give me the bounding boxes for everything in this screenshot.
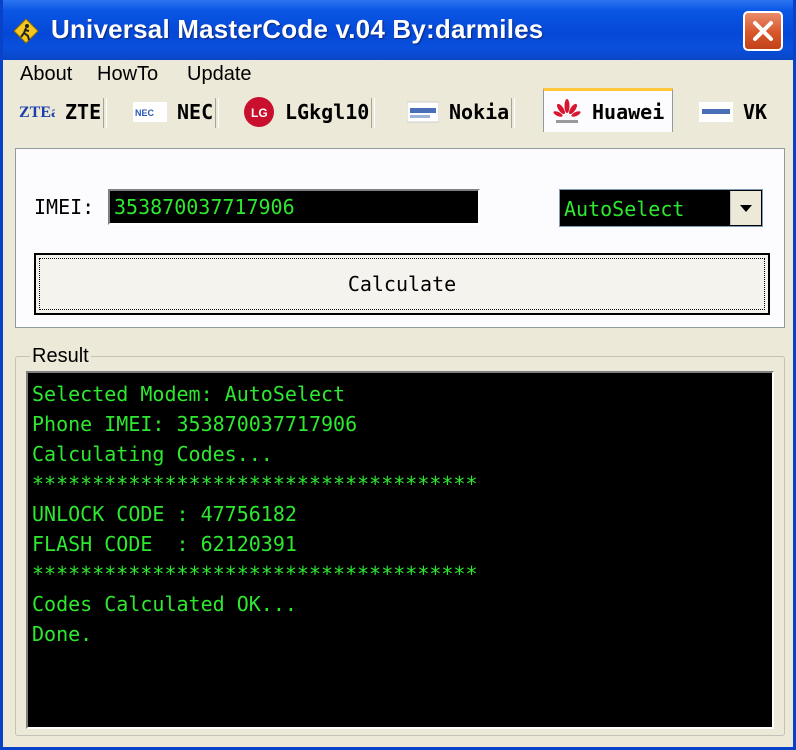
result-line: ************************************* (32, 562, 478, 586)
menu-bar: About HowTo Update (3, 60, 793, 90)
tab-panel-huawei: IMEI: AutoSelect Calculate (15, 148, 785, 328)
app-window: Universal MasterCode v.04 By:darmiles Ab… (0, 0, 796, 750)
calculate-button[interactable]: Calculate (34, 253, 770, 315)
result-label: Result (30, 345, 91, 368)
menu-about[interactable]: About (20, 63, 72, 86)
tab-label: VK (743, 100, 768, 124)
result-line: UNLOCK CODE : 47756182 (32, 502, 297, 526)
imei-label: IMEI: (34, 195, 95, 219)
window-title: Universal MasterCode v.04 By:darmiles (51, 14, 544, 44)
tab-divider (103, 98, 108, 128)
tab-vk[interactable]: VK (699, 92, 767, 132)
tab-divider (371, 98, 376, 128)
result-line: FLASH CODE : 62120391 (32, 532, 297, 556)
tab-divider (511, 98, 516, 128)
result-line: ************************************* (32, 472, 478, 496)
result-output[interactable]: Selected Modem: AutoSelect Phone IMEI: 3… (26, 371, 774, 729)
result-groupbox: Result Selected Modem: AutoSelect Phone … (15, 345, 785, 736)
tab-label: LGkgl10 (285, 100, 370, 124)
brand-tabs: ZTEa ZTE NEC NEC LG LGkgl10 Nokia (3, 88, 793, 132)
tab-label: Nokia (449, 100, 510, 124)
result-line: Phone IMEI: 353870037717906 (32, 412, 358, 436)
close-button[interactable] (743, 11, 783, 51)
tab-label: ZTE (65, 100, 102, 124)
svg-text:LG: LG (251, 106, 268, 120)
nokia-logo-icon (407, 100, 439, 124)
modem-select[interactable]: AutoSelect (559, 189, 763, 227)
chevron-down-icon (740, 205, 752, 212)
tab-nec[interactable]: NEC NEC (133, 92, 220, 132)
title-bar[interactable]: Universal MasterCode v.04 By:darmiles (3, 0, 793, 60)
result-line: Calculating Codes... (32, 442, 273, 466)
menu-howto[interactable]: HowTo (97, 63, 158, 86)
tab-nokia[interactable]: Nokia (407, 92, 516, 132)
modem-select-value: AutoSelect (564, 197, 685, 221)
huawei-logo-icon (552, 98, 582, 126)
vk-logo-icon (699, 100, 733, 124)
svg-text:ZTEa: ZTEa (19, 104, 55, 121)
tab-lg[interactable]: LG LGkgl10 (243, 92, 376, 132)
app-icon (13, 18, 39, 44)
tab-label: NEC (177, 100, 214, 124)
imei-input[interactable] (108, 189, 480, 225)
svg-text:NEC: NEC (135, 108, 155, 118)
nec-logo-icon: NEC (133, 100, 167, 124)
result-line: Done. (32, 622, 93, 646)
tab-divider (215, 98, 220, 128)
tab-huawei[interactable]: Huawei (543, 88, 674, 132)
result-line: Codes Calculated OK... (32, 592, 297, 616)
tab-zte[interactable]: ZTEa ZTE (19, 92, 108, 132)
menu-update[interactable]: Update (187, 63, 252, 86)
zte-logo-icon: ZTEa (19, 100, 55, 124)
result-line: Selected Modem: AutoSelect (32, 382, 346, 406)
calculate-button-label: Calculate (347, 272, 457, 296)
dropdown-arrow-button[interactable] (730, 191, 761, 225)
lg-logo-icon: LG (243, 96, 275, 128)
tab-label: Huawei (592, 99, 665, 124)
